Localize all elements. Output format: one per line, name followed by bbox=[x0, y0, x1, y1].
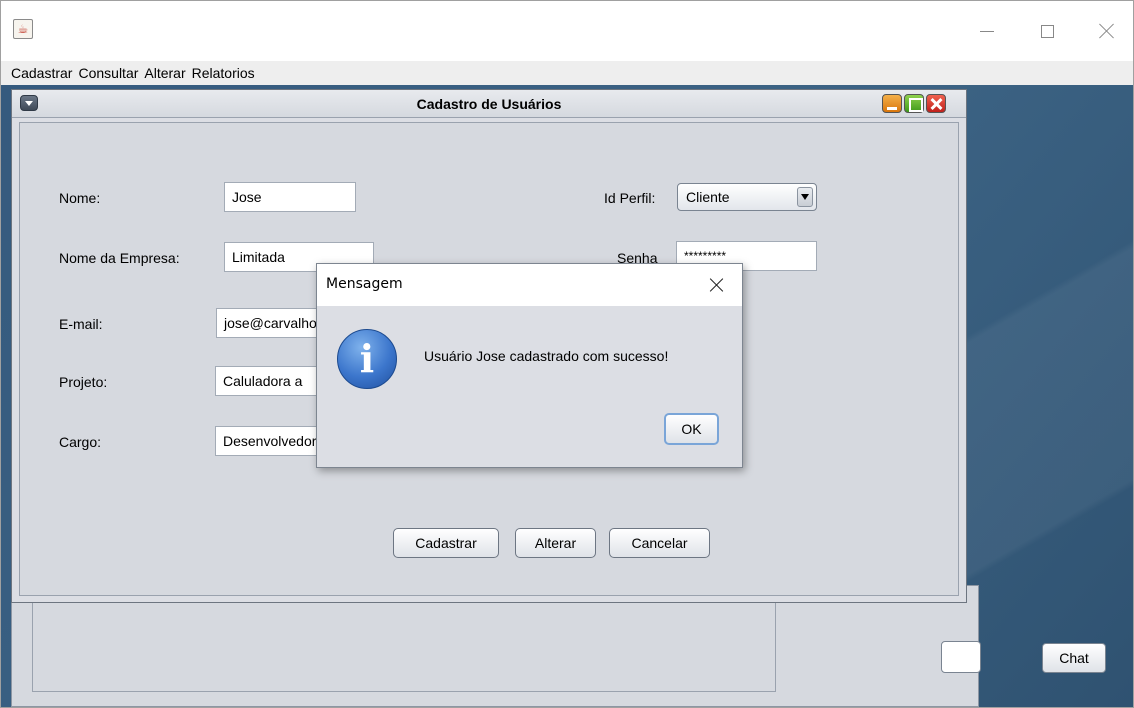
frame-minimize-icon[interactable] bbox=[882, 94, 902, 113]
info-icon-glyph: i bbox=[359, 336, 375, 381]
window-titlebar: ☕ bbox=[1, 1, 1133, 61]
dialog-body: i Usuário Jose cadastrado com sucesso! O… bbox=[317, 306, 742, 467]
menu-alterar[interactable]: Alterar bbox=[144, 65, 185, 81]
dialog-titlebar: Mensagem bbox=[317, 264, 742, 306]
maximize-icon bbox=[1040, 24, 1054, 38]
dialog-title: Mensagem bbox=[326, 276, 403, 292]
menu-cadastrar[interactable]: Cadastrar bbox=[11, 65, 72, 81]
perfil-combo[interactable]: Cliente bbox=[677, 183, 817, 211]
application-window: ☕ Cadastrar Consultar Alterar Relatorios… bbox=[0, 0, 1134, 708]
message-dialog: Mensagem i Usuário Jose cadastrado com s… bbox=[316, 263, 743, 468]
alterar-button[interactable]: Alterar bbox=[515, 528, 596, 558]
menu-consultar[interactable]: Consultar bbox=[78, 65, 138, 81]
window-close-button[interactable] bbox=[1087, 15, 1127, 47]
window-minimize-button[interactable] bbox=[967, 15, 1007, 47]
frame-menu-icon[interactable] bbox=[20, 95, 38, 111]
frame-title: Cadastro de Usuários bbox=[416, 96, 562, 112]
info-icon: i bbox=[337, 329, 397, 389]
close-icon bbox=[1099, 23, 1115, 39]
nome-field[interactable]: Jose bbox=[224, 182, 356, 212]
ok-button[interactable]: OK bbox=[664, 413, 719, 445]
menu-bar: Cadastrar Consultar Alterar Relatorios bbox=[1, 61, 1133, 85]
chevron-down-icon[interactable] bbox=[797, 187, 813, 207]
cadastrar-button[interactable]: Cadastrar bbox=[393, 528, 499, 558]
cargo-label: Cargo: bbox=[59, 434, 102, 450]
menu-relatorios[interactable]: Relatorios bbox=[192, 65, 255, 81]
dialog-close-icon[interactable] bbox=[707, 276, 727, 296]
window-maximize-button[interactable] bbox=[1027, 15, 1067, 47]
cancelar-button[interactable]: Cancelar bbox=[609, 528, 710, 558]
frame-titlebar: Cadastro de Usuários bbox=[12, 90, 966, 118]
email-label: E-mail: bbox=[59, 316, 103, 332]
dialog-message: Usuário Jose cadastrado com sucesso! bbox=[424, 348, 669, 364]
chat-text-area[interactable] bbox=[32, 596, 776, 692]
frame-close-icon[interactable] bbox=[926, 94, 946, 113]
nome-label: Nome: bbox=[59, 190, 101, 206]
minimize-icon bbox=[980, 30, 994, 32]
perfil-label: Id Perfil: bbox=[604, 190, 656, 206]
background-button[interactable] bbox=[941, 641, 981, 673]
perfil-selected-value: Cliente bbox=[686, 189, 730, 205]
java-app-icon: ☕ bbox=[13, 19, 33, 39]
chat-button[interactable]: Chat bbox=[1042, 643, 1106, 673]
empresa-label: Nome da Empresa: bbox=[59, 250, 180, 266]
background-internal-frame bbox=[11, 585, 979, 707]
projeto-label: Projeto: bbox=[59, 374, 108, 390]
frame-maximize-icon[interactable] bbox=[904, 94, 924, 113]
